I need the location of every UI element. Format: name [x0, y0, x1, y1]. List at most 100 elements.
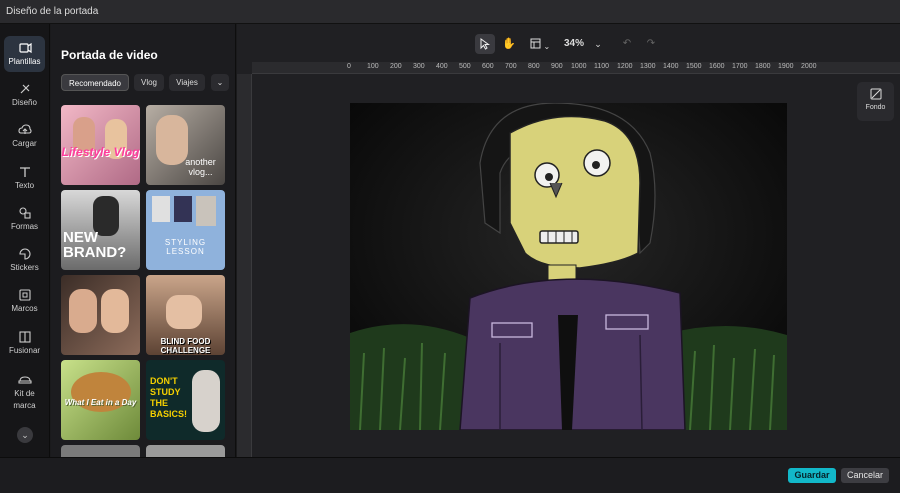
- rail-item-label: Texto: [14, 181, 35, 190]
- sticker-icon: [18, 248, 31, 260]
- undo-icon: ↶: [622, 38, 632, 49]
- window-title-bar: Diseño de la portada: [0, 0, 900, 24]
- ruler-label: 1400: [663, 63, 679, 70]
- template-title: Lifestyle Vlog: [61, 145, 140, 159]
- template-thumb[interactable]: DON'T STUDY THE BASICS!: [146, 360, 225, 440]
- ruler-label: 400: [436, 63, 448, 70]
- ruler-label: 1800: [755, 63, 771, 70]
- template-title: DON'T STUDY THE BASICS!: [150, 376, 188, 419]
- zoom-level[interactable]: 34%: [561, 34, 587, 54]
- chevron-down-icon: ⌄: [594, 39, 602, 49]
- rail-item-texto[interactable]: Texto: [4, 165, 45, 190]
- rail-item-kit-de-marca[interactable]: Kit de marca: [4, 372, 45, 412]
- rail-item-diseno[interactable]: Diseño: [4, 82, 45, 107]
- ruler-label: 0: [347, 63, 351, 70]
- select-tool-button[interactable]: [475, 34, 495, 54]
- chip-recomendado[interactable]: Recomendado: [61, 74, 129, 91]
- ruler-label: 1300: [640, 63, 656, 70]
- ruler-label: 800: [528, 63, 540, 70]
- rail-item-stickers[interactable]: Stickers: [4, 247, 45, 272]
- ruler-label: 1700: [732, 63, 748, 70]
- template-title: NEW BRAND?: [63, 229, 127, 261]
- tool-rail: Plantillas Diseño Cargar Texto Formas St…: [0, 24, 50, 457]
- cursor-icon: [480, 38, 491, 50]
- rail-item-label: Plantillas: [8, 57, 41, 66]
- chip-viajes[interactable]: Viajes: [169, 74, 205, 91]
- ruler-label: 300: [413, 63, 425, 70]
- ruler-label: 100: [367, 63, 379, 70]
- rail-item-marcos[interactable]: Marcos: [4, 288, 45, 313]
- ruler-label: 200: [390, 63, 402, 70]
- rail-item-label: Formas: [10, 222, 39, 231]
- dialog-footer: Guardar Cancelar: [0, 457, 900, 493]
- chevron-down-icon: ⌄: [543, 42, 551, 51]
- template-thumb[interactable]: STYLING LESSON: [146, 190, 225, 270]
- undo-button[interactable]: ↶: [619, 34, 635, 54]
- ruler-label: 1100: [594, 63, 610, 70]
- template-thumb[interactable]: [146, 445, 225, 457]
- zoom-dropdown[interactable]: ⌄: [591, 34, 605, 54]
- ruler-label: 2000: [801, 63, 817, 70]
- chips-more-button[interactable]: ⌄: [211, 74, 229, 91]
- brand-kit-icon: [17, 376, 32, 384]
- rail-item-label: Diseño: [12, 98, 37, 107]
- chevron-down-icon: ⌄: [216, 78, 224, 87]
- ruler-label: 1500: [686, 63, 702, 70]
- vertical-ruler: [237, 74, 252, 457]
- rail-item-label: Kit de marca: [13, 389, 36, 410]
- background-icon: [870, 88, 881, 100]
- templates-panel: Portada de video Recomendado Vlog Viajes…: [51, 24, 236, 457]
- ruler-label: 700: [505, 63, 517, 70]
- ruler-label: 500: [459, 63, 471, 70]
- cover-canvas[interactable]: [350, 103, 787, 430]
- rail-item-label: Cargar: [12, 139, 37, 148]
- ruler-label: 1900: [778, 63, 794, 70]
- cancel-button[interactable]: Cancelar: [841, 468, 889, 483]
- template-title: BLIND FOOD CHALLENGE: [160, 337, 211, 355]
- background-label: Fondo: [865, 104, 886, 111]
- rail-item-formas[interactable]: Formas: [4, 206, 45, 231]
- hand-icon: ✋: [502, 38, 516, 50]
- shapes-icon: [18, 207, 31, 219]
- template-thumb[interactable]: Lifestyle Vlog: [61, 105, 140, 185]
- template-thumb[interactable]: NEW BRAND?: [61, 190, 140, 270]
- template-thumb[interactable]: [61, 445, 140, 457]
- template-thumb[interactable]: [61, 275, 140, 355]
- upload-icon: [17, 124, 32, 134]
- save-button[interactable]: Guardar: [788, 468, 836, 483]
- redo-button[interactable]: ↷: [643, 34, 659, 54]
- template-thumb[interactable]: BLIND FOOD CHALLENGE: [146, 275, 225, 355]
- chevron-down-icon[interactable]: ⌄: [17, 427, 33, 443]
- redo-icon: ↷: [646, 38, 656, 49]
- hand-tool-button[interactable]: ✋: [499, 34, 519, 54]
- rail-item-cargar[interactable]: Cargar: [4, 123, 45, 148]
- rail-item-label: Fusionar: [8, 346, 41, 355]
- text-icon: [19, 167, 30, 177]
- rail-item-fusionar[interactable]: Fusionar: [4, 330, 45, 355]
- template-title: What I Eat in a Day: [64, 398, 137, 407]
- ruler-label: 600: [482, 63, 494, 70]
- merge-icon: [18, 331, 31, 343]
- design-icon: [20, 84, 29, 94]
- rail-item-label: Stickers: [10, 263, 39, 272]
- template-icon: [18, 42, 32, 54]
- panel-title: Portada de video: [61, 48, 158, 62]
- frame-icon: [18, 289, 31, 301]
- chip-vlog[interactable]: Vlog: [134, 74, 164, 91]
- layout-button[interactable]: ⌄: [527, 34, 553, 54]
- template-title: STYLING LESSON: [164, 238, 207, 256]
- window-title: Diseño de la portada: [6, 6, 99, 17]
- template-thumb[interactable]: another vlog...: [146, 105, 225, 185]
- ruler-label: 1200: [617, 63, 633, 70]
- template-title: another vlog...: [185, 157, 216, 177]
- rail-item-label: Marcos: [11, 304, 38, 313]
- layout-icon: [530, 38, 541, 49]
- rail-item-plantillas[interactable]: Plantillas: [4, 36, 45, 72]
- cover-illustration: [350, 103, 787, 430]
- background-button[interactable]: Fondo: [857, 82, 894, 121]
- template-thumb[interactable]: What I Eat in a Day: [61, 360, 140, 440]
- ruler-label: 1600: [709, 63, 725, 70]
- ruler-label: 1000: [571, 63, 587, 70]
- ruler-label: 900: [551, 63, 563, 70]
- horizontal-ruler: 0 100 200 300 400 500 600 700 800 900 10…: [252, 62, 900, 74]
